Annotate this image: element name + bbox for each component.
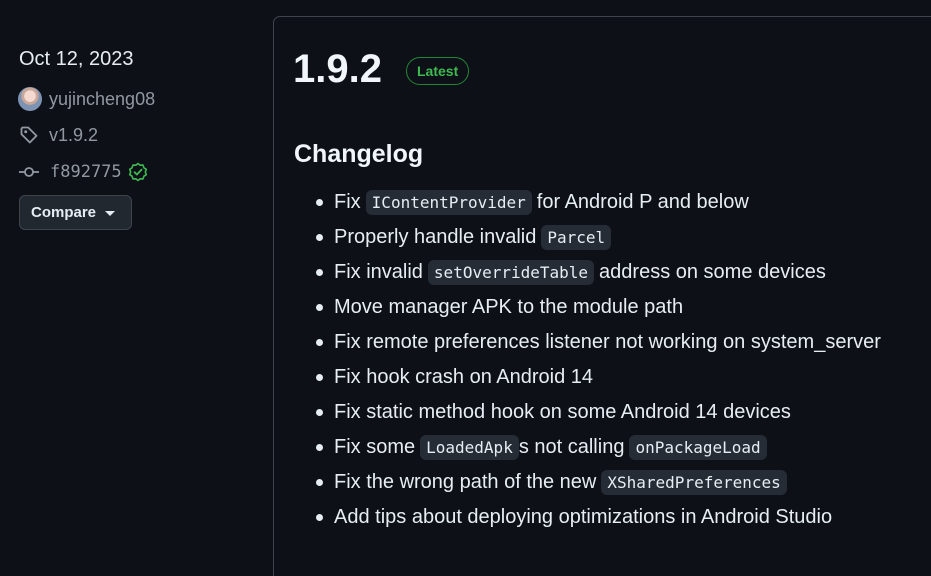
changelog-text: Move manager APK to the module path xyxy=(334,296,684,318)
changelog-text: Fix invalid xyxy=(334,261,423,283)
tag-name[interactable]: v1.9.2 xyxy=(49,125,98,146)
release-commit[interactable]: f892775 xyxy=(18,159,148,185)
release-version-title[interactable]: 1.9.2 xyxy=(293,45,382,93)
changelog-item: Fix static method hook on some Android 1… xyxy=(312,395,881,430)
changelog-text: Add tips about deploying optimizations i… xyxy=(334,506,833,528)
list-bullet xyxy=(316,514,323,521)
changelog-text: Fix the wrong path of the new xyxy=(334,471,597,493)
changelog-heading: Changelog xyxy=(294,140,424,168)
list-bullet xyxy=(316,374,323,381)
inline-code: IContentProvider xyxy=(365,190,532,215)
changelog-item: Fix remote preferences listener not work… xyxy=(312,325,881,360)
changelog-item: Move manager APK to the module path xyxy=(312,290,881,325)
release-date: Oct 12, 2023 xyxy=(19,48,134,70)
changelog-item: Properly handle invalid Parcel xyxy=(312,220,881,255)
changelog-item: Fix hook crash on Android 14 xyxy=(312,360,881,395)
changelog-item: Fix IContentProvider for Android P and b… xyxy=(312,185,881,220)
changelog-item: Add tips about deploying optimizations i… xyxy=(312,500,881,535)
changelog-text: Fix some xyxy=(334,436,416,458)
release-sidebar: Oct 12, 2023 yujincheng08 v1.9.2 f892775 xyxy=(0,0,272,559)
changelog-text: s not calling xyxy=(518,436,625,458)
inline-code: XSharedPreferences xyxy=(601,470,787,495)
author-name[interactable]: yujincheng08 xyxy=(49,89,155,110)
changelog-text: address on some devices xyxy=(599,261,826,283)
changelog-text: for Android P and below xyxy=(536,191,749,213)
git-commit-icon xyxy=(18,161,40,183)
release-tag[interactable]: v1.9.2 xyxy=(18,122,98,148)
commit-sha[interactable]: f892775 xyxy=(50,162,122,182)
author-avatar[interactable] xyxy=(18,87,42,111)
verified-check-icon[interactable] xyxy=(128,162,148,182)
changelog-text: Fix xyxy=(334,191,361,213)
list-bullet xyxy=(316,304,323,311)
release-author[interactable]: yujincheng08 xyxy=(18,86,155,112)
changelog-item: Fix some LoadedApk s not calling onPacka… xyxy=(312,430,881,465)
list-bullet xyxy=(316,444,323,451)
changelog-text: Fix static method hook on some Android 1… xyxy=(334,401,791,423)
list-bullet xyxy=(316,409,323,416)
changelog-item: Fix invalid setOverrideTable address on … xyxy=(312,255,881,290)
compare-button[interactable]: Compare xyxy=(19,195,132,230)
inline-code: setOverrideTable xyxy=(427,260,595,285)
changelog-text: Fix hook crash on Android 14 xyxy=(334,366,594,388)
changelog-text: Properly handle invalid xyxy=(334,226,537,248)
list-bullet xyxy=(316,199,323,206)
latest-badge: Latest xyxy=(406,57,470,85)
inline-code: LoadedApk xyxy=(420,435,519,460)
inline-code: onPackageLoad xyxy=(629,435,767,460)
inline-code: Parcel xyxy=(541,225,612,250)
list-bullet xyxy=(316,234,323,241)
list-bullet xyxy=(316,269,323,276)
triangle-down-icon xyxy=(105,210,116,216)
list-bullet xyxy=(316,339,323,346)
tag-icon xyxy=(18,124,40,146)
changelog-item: Fix the wrong path of the new XSharedPre… xyxy=(312,465,881,500)
compare-label: Compare xyxy=(31,204,97,221)
changelog-list: Fix IContentProvider for Android P and b… xyxy=(312,185,881,535)
changelog-text: Fix remote preferences listener not work… xyxy=(334,331,881,353)
list-bullet xyxy=(316,479,323,486)
